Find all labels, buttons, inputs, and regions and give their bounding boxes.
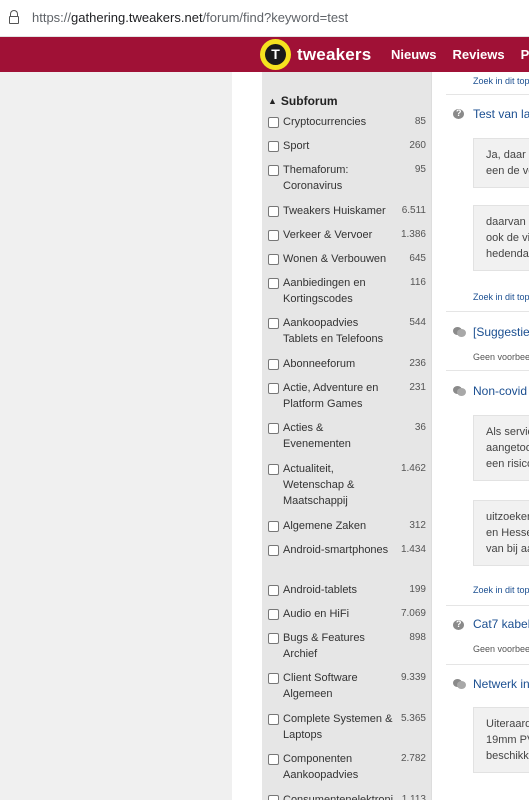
result-title[interactable]: Test van laptop	[473, 107, 529, 121]
result-snippet[interactable]: Uiteraard19mm PVbeschikki	[473, 707, 529, 773]
logo-badge-icon: T	[260, 39, 291, 70]
filter-item-client-software[interactable]: Client Software Algemeen 9.339	[268, 670, 426, 702]
checkbox[interactable]	[268, 278, 279, 289]
question-bubble-icon: ?	[453, 108, 466, 119]
filter-item-android-smartphones[interactable]: Android-smartphones 1.434	[268, 542, 426, 558]
discussion-bubbles-icon	[453, 679, 466, 689]
filter-item-acties-evenementen[interactable]: Acties & Evenementen 36	[268, 420, 426, 452]
filter-item-verkeer-vervoer[interactable]: Verkeer & Vervoer 1.386	[268, 227, 426, 243]
result-title[interactable]: Non-covid t	[473, 384, 529, 398]
filter-item-componenten[interactable]: Componenten Aankoopadvies 2.782	[268, 751, 426, 783]
url-text[interactable]: https://gathering.tweakers.net/forum/fin…	[32, 10, 348, 25]
divider	[446, 370, 529, 371]
filter-item-wonen-verbouwen[interactable]: Wonen & Verbouwen 645	[268, 251, 426, 267]
checkbox[interactable]	[268, 464, 279, 475]
filter-item-bugs-features[interactable]: Bugs & Features Archief 898	[268, 630, 426, 662]
checkbox[interactable]	[268, 545, 279, 556]
checkbox[interactable]	[268, 165, 279, 176]
filter-item-abonneeforum[interactable]: Abonneeforum 236	[268, 356, 426, 372]
discussion-bubbles-icon	[453, 386, 466, 396]
filter-item-complete-systemen[interactable]: Complete Systemen & Laptops 5.365	[268, 711, 426, 743]
subforum-title: Subforum	[280, 94, 338, 108]
tweakers-logo[interactable]: T tweakers	[260, 37, 371, 72]
left-empty-pane	[0, 72, 232, 800]
question-bubble-icon: ?	[453, 619, 466, 630]
checkbox[interactable]	[268, 714, 279, 725]
result-snippet[interactable]: uitzoeken en Hesse van bij aa	[473, 500, 529, 566]
filter-item-consumentenelektronica[interactable]: Consumentenelektronica 1.113	[268, 792, 426, 800]
filter-item-aankoopadvies-tablets[interactable]: Aankoopadvies Tablets en Telefoons 544	[268, 315, 426, 347]
divider	[446, 664, 529, 665]
discussion-bubbles-icon	[453, 327, 466, 337]
divider	[446, 311, 529, 312]
filter-item-aanbiedingen[interactable]: Aanbiedingen en Kortingscodes 116	[268, 275, 426, 307]
result-title[interactable]: Netwerk ins	[473, 677, 529, 691]
result-title[interactable]: Cat7 kabel	[473, 617, 529, 631]
checkbox[interactable]	[268, 423, 279, 434]
no-preview-text: Geen voorbeeld	[473, 644, 529, 654]
nav-reviews[interactable]: Reviews	[453, 47, 505, 62]
checkbox[interactable]	[268, 230, 279, 241]
checkbox[interactable]	[268, 754, 279, 765]
lock-icon[interactable]	[9, 10, 19, 24]
chevron-up-icon: ▲	[268, 96, 277, 106]
nav-pricewatch[interactable]: Price	[521, 47, 529, 62]
divider	[446, 605, 529, 606]
filter-item-coronavirus[interactable]: Themaforum: Coronavirus 95	[268, 162, 426, 194]
checkbox[interactable]	[268, 609, 279, 620]
filter-item-cryptocurrencies[interactable]: Cryptocurrencies 85	[268, 114, 426, 130]
filter-item-actie-adventure[interactable]: Actie, Adventure en Platform Games 231	[268, 380, 426, 412]
filter-item-audio-hifi[interactable]: Audio en HiFi 7.069	[268, 606, 426, 622]
checkbox[interactable]	[268, 206, 279, 217]
checkbox[interactable]	[268, 117, 279, 128]
main-nav: Nieuws Reviews Price	[391, 37, 529, 72]
subforum-filter-panel: ▲ Subforum Cryptocurrencies 85 Sport 260 T…	[262, 72, 431, 800]
checkbox[interactable]	[268, 254, 279, 265]
checkbox[interactable]	[268, 359, 279, 370]
checkbox[interactable]	[268, 383, 279, 394]
search-in-topic-link[interactable]: Zoek in dit topic	[473, 585, 529, 595]
checkbox[interactable]	[268, 585, 279, 596]
checkbox[interactable]	[268, 318, 279, 329]
checkbox[interactable]	[268, 141, 279, 152]
filter-item-sport[interactable]: Sport 260	[268, 138, 426, 154]
result-snippet[interactable]: daarvan zook de vihedendaa	[473, 205, 529, 271]
checkbox[interactable]	[268, 521, 279, 532]
filter-item-algemene-zaken[interactable]: Algemene Zaken 312	[268, 518, 426, 534]
subforum-section-header[interactable]: ▲ Subforum	[268, 94, 338, 108]
divider	[446, 94, 529, 95]
result-title[interactable]: [Suggestie]	[473, 325, 529, 339]
checkbox[interactable]	[268, 795, 279, 800]
checkbox[interactable]	[268, 673, 279, 684]
checkbox[interactable]	[268, 633, 279, 644]
browser-address-bar[interactable]: https://gathering.tweakers.net/forum/fin…	[0, 0, 529, 37]
filter-item-android-tablets[interactable]: Android-tablets 199	[268, 582, 426, 598]
result-snippet[interactable]: Ja, daar heen de ve	[473, 138, 529, 188]
no-preview-text: Geen voorbeeld	[473, 352, 529, 362]
filter-item-actualiteit[interactable]: Actualiteit, Wetenschap & Maatschappij 1.…	[268, 461, 426, 509]
result-snippet[interactable]: Als servic aangetoo een risico	[473, 415, 529, 481]
search-in-topic-link[interactable]: Zoek in dit topic	[473, 76, 529, 86]
logo-wordmark: tweakers	[297, 44, 372, 64]
nav-nieuws[interactable]: Nieuws	[391, 47, 437, 62]
search-in-topic-link[interactable]: Zoek in dit topic	[473, 292, 529, 302]
search-results-list: Zoek in dit topic ? Test van laptop Ja, …	[431, 72, 529, 800]
filter-item-tweakers-huiskamer[interactable]: Tweakers Huiskamer 6.511	[268, 203, 426, 219]
site-header: T tweakers Nieuws Reviews Price	[0, 37, 529, 72]
